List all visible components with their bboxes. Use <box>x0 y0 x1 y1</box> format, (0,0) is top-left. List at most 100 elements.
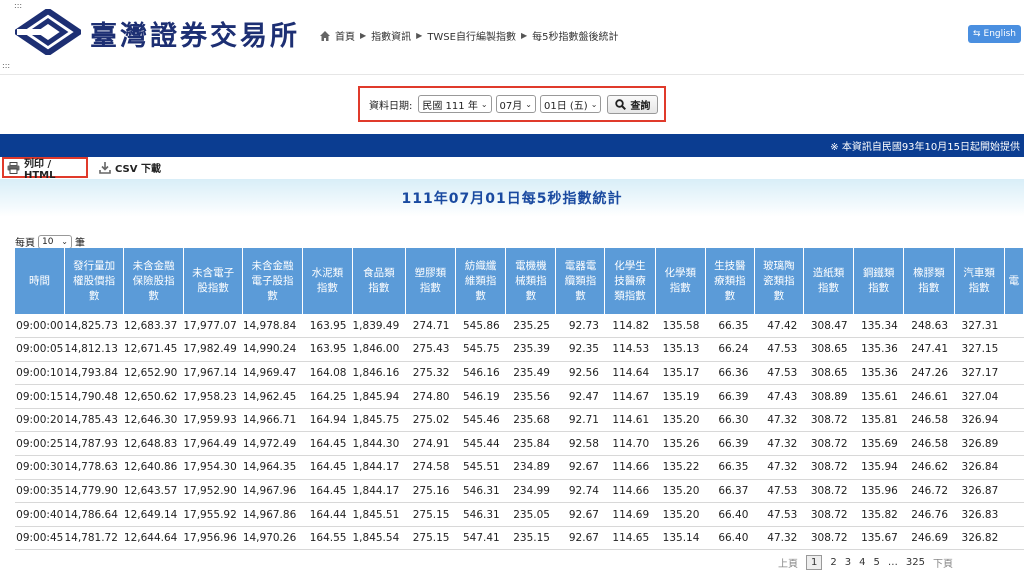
day-select[interactable]: 01日 (五) ⌄ <box>539 95 602 113</box>
column-header-text: 數 <box>724 289 736 302</box>
column-header-text: 權股價指 <box>73 274 116 287</box>
column-header: 紡織纖 維類指數 <box>455 248 507 314</box>
per-page-select[interactable]: 10 ⌄ <box>38 234 72 249</box>
value-cell: 66.35 <box>705 314 755 339</box>
value-cell: 47.53 <box>754 479 804 504</box>
value-cell: 1,845.75 <box>352 408 406 433</box>
breadcrumb-home[interactable]: 首頁 <box>335 28 355 43</box>
value-cell: 47.42 <box>754 314 804 339</box>
column-header-text: 指數 <box>669 282 691 294</box>
column-header: 發行量加 權股價指數 <box>64 248 125 314</box>
value-cell: 12,644.64 <box>123 526 184 550</box>
value-cell: 327.15 <box>954 337 1005 362</box>
cut-off-cell <box>1004 455 1024 480</box>
value-cell: 114.53 <box>604 337 656 362</box>
value-cell: 66.40 <box>705 526 755 550</box>
value-cell: 12,648.83 <box>123 431 184 457</box>
value-cell: 1,844.17 <box>352 455 406 480</box>
value-cell: 546.16 <box>455 361 506 386</box>
swap-icon: ⇆ <box>972 29 981 39</box>
column-header-text: 指數 <box>968 282 990 294</box>
column-header-text: 玻璃陶 <box>763 259 795 272</box>
value-cell: 545.51 <box>455 455 506 480</box>
table-row: 09:00:30 14,778.63 12,640.86 17,954.30 14,96… <box>15 455 1024 480</box>
value-cell: 14,781.72 <box>64 526 124 550</box>
column-header: 塑膠類 指數 <box>405 248 457 314</box>
value-cell: 326.87 <box>954 479 1005 504</box>
table-body: 09:00:00 14,825.73 12,683.37 17,977.07 14,97… <box>15 314 1024 550</box>
value-cell: 235.15 <box>505 526 556 550</box>
page-1-button[interactable]: 1 <box>806 554 823 570</box>
column-header-text: 化學類 <box>664 267 697 279</box>
value-cell: 17,958.23 <box>183 384 243 409</box>
page-4-button[interactable]: 4 <box>859 557 865 568</box>
table-row: 09:00:35 14,779.90 12,643.57 17,952.90 14,96… <box>15 479 1024 504</box>
value-cell: 246.69 <box>903 526 955 550</box>
column-header-text: 類指數 <box>614 289 646 302</box>
value-cell: 135.36 <box>853 361 904 386</box>
column-header-text: 保險股指 <box>132 274 175 287</box>
value-cell: 164.25 <box>302 384 353 409</box>
home-icon <box>320 30 330 41</box>
prev-page-button[interactable]: 上頁 <box>778 555 798 570</box>
value-cell: 275.15 <box>405 526 456 550</box>
value-cell: 66.40 <box>705 502 755 527</box>
last-page-button[interactable]: 325 <box>906 557 925 568</box>
value-cell: 135.26 <box>655 431 706 457</box>
value-cell: 92.67 <box>555 526 605 550</box>
column-header: 鋼鐵類 指數 <box>853 248 905 314</box>
value-cell: 14,972.49 <box>242 431 303 457</box>
next-page-button[interactable]: 下頁 <box>933 555 953 570</box>
csv-download-button[interactable]: CSV 下載 <box>99 159 161 176</box>
query-button[interactable]: 查詢 <box>607 94 659 114</box>
column-header-text: 數 <box>575 289 586 302</box>
page-5-button[interactable]: 5 <box>874 557 880 568</box>
page-3-button[interactable]: 3 <box>845 557 851 568</box>
value-cell: 274.58 <box>405 455 456 480</box>
value-cell: 246.58 <box>903 408 955 433</box>
value-cell: 14,786.64 <box>64 502 124 527</box>
download-icon <box>99 161 111 174</box>
time-cell: 09:00:45 <box>15 526 65 550</box>
value-cell: 92.71 <box>555 408 605 433</box>
value-cell: 14,978.84 <box>242 314 303 339</box>
year-select[interactable]: 民國 111 年 ⌄ <box>418 95 492 113</box>
value-cell: 14,785.43 <box>64 408 124 433</box>
value-cell: 308.72 <box>803 479 854 504</box>
per-page-suffix: 筆 <box>75 238 85 249</box>
column-header-text: 電機機 <box>515 259 547 272</box>
column-header-text: 電器電 <box>564 259 597 272</box>
print-html-button[interactable]: 列印 / HTML <box>2 157 88 181</box>
site-logo-text[interactable]: 臺灣證券交易所 <box>90 14 300 53</box>
site-header: ::: 臺灣證券交易所 首頁 ▶ 指數資訊 ▶ TWSE自行編製指數 ▶ 每5秒… <box>0 0 1024 74</box>
value-cell: 164.44 <box>302 502 353 527</box>
value-cell: 12,671.45 <box>123 337 184 362</box>
value-cell: 1,839.49 <box>352 314 406 339</box>
value-cell: 92.67 <box>555 502 605 527</box>
page-2-button[interactable]: 2 <box>830 557 836 568</box>
breadcrumb-twse-index[interactable]: TWSE自行編製指數 <box>427 28 516 43</box>
value-cell: 164.45 <box>302 455 353 480</box>
value-cell: 66.39 <box>705 384 755 409</box>
column-header: 食品類 指數 <box>352 248 406 314</box>
column-header-text: 橡膠類 <box>913 267 945 279</box>
per-page-control: 每頁 10 ⌄ 筆 <box>15 234 85 249</box>
english-button[interactable]: ⇆ English <box>968 25 1021 43</box>
chevron-down-icon: ⌄ <box>590 99 598 109</box>
value-cell: 327.04 <box>954 384 1005 409</box>
column-header-text: 指數 <box>918 282 940 294</box>
twse-logo-icon[interactable] <box>15 9 81 55</box>
value-cell: 546.31 <box>455 479 506 504</box>
value-cell: 135.34 <box>853 314 904 339</box>
value-cell: 235.56 <box>505 384 556 409</box>
column-header-text: 紡織纖 <box>464 259 497 272</box>
column-header: 汽車類 指數 <box>954 248 1005 314</box>
breadcrumb-index-info[interactable]: 指數資訊 <box>371 28 411 43</box>
value-cell: 14,967.96 <box>242 479 303 504</box>
value-cell: 545.75 <box>455 337 506 362</box>
value-cell: 246.61 <box>903 384 955 409</box>
column-header-text: 數 <box>148 289 159 302</box>
value-cell: 17,982.49 <box>183 337 243 362</box>
month-select[interactable]: 07月 ⌄ <box>495 95 536 113</box>
notice-band: ※ 本資訊自民國93年10月15日起開始提供 <box>0 134 1024 157</box>
